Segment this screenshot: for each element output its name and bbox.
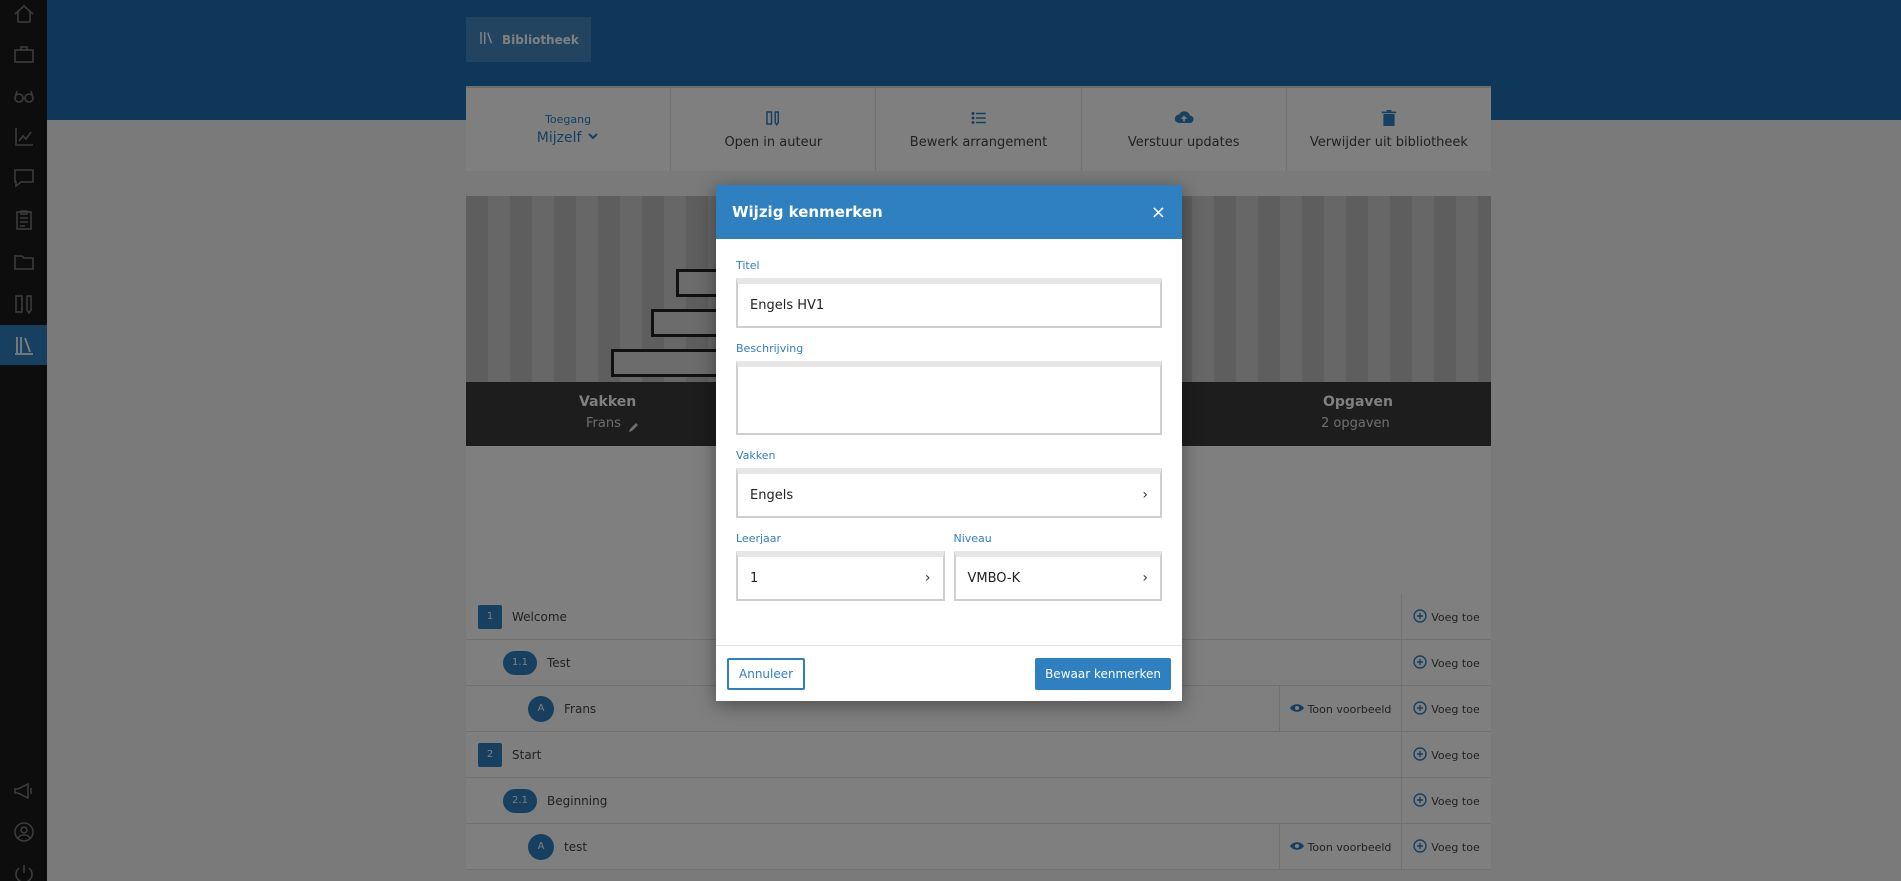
title-value: Engels HV1 [750, 297, 825, 313]
cancel-button[interactable]: Annuleer [727, 657, 806, 690]
dialog-title: Wijzig kenmerken [732, 203, 883, 221]
dialog-footer: Annuleer Bewaar kenmerken [716, 645, 1182, 701]
description-label: Beschrijving [736, 342, 804, 355]
chevron-right-icon: › [1142, 570, 1148, 586]
subjects-select[interactable]: Engels › [736, 468, 1162, 518]
edit-properties-dialog: Wijzig kenmerken × Titel Engels HV1 Besc… [716, 185, 1182, 701]
year-label: Leerjaar [736, 532, 782, 545]
year-value: 1 [750, 570, 759, 586]
title-label: Titel [736, 259, 760, 272]
description-textarea[interactable] [736, 361, 1162, 435]
dialog-body: Titel Engels HV1 Beschrijving Vakken Eng… [716, 239, 1182, 615]
dialog-header: Wijzig kenmerken × [716, 185, 1182, 239]
close-icon[interactable]: × [1151, 202, 1166, 223]
year-select[interactable]: 1 › [736, 551, 945, 601]
level-value: VMBO-K [967, 570, 1021, 586]
level-select[interactable]: VMBO-K › [953, 551, 1162, 601]
subjects-value: Engels [750, 487, 794, 503]
title-input[interactable]: Engels HV1 [736, 278, 1162, 328]
save-properties-button[interactable]: Bewaar kenmerken [1035, 657, 1171, 690]
subjects-label: Vakken [736, 449, 776, 462]
level-label: Niveau [953, 532, 992, 545]
chevron-right-icon: › [924, 570, 931, 586]
chevron-right-icon: › [1142, 487, 1148, 503]
